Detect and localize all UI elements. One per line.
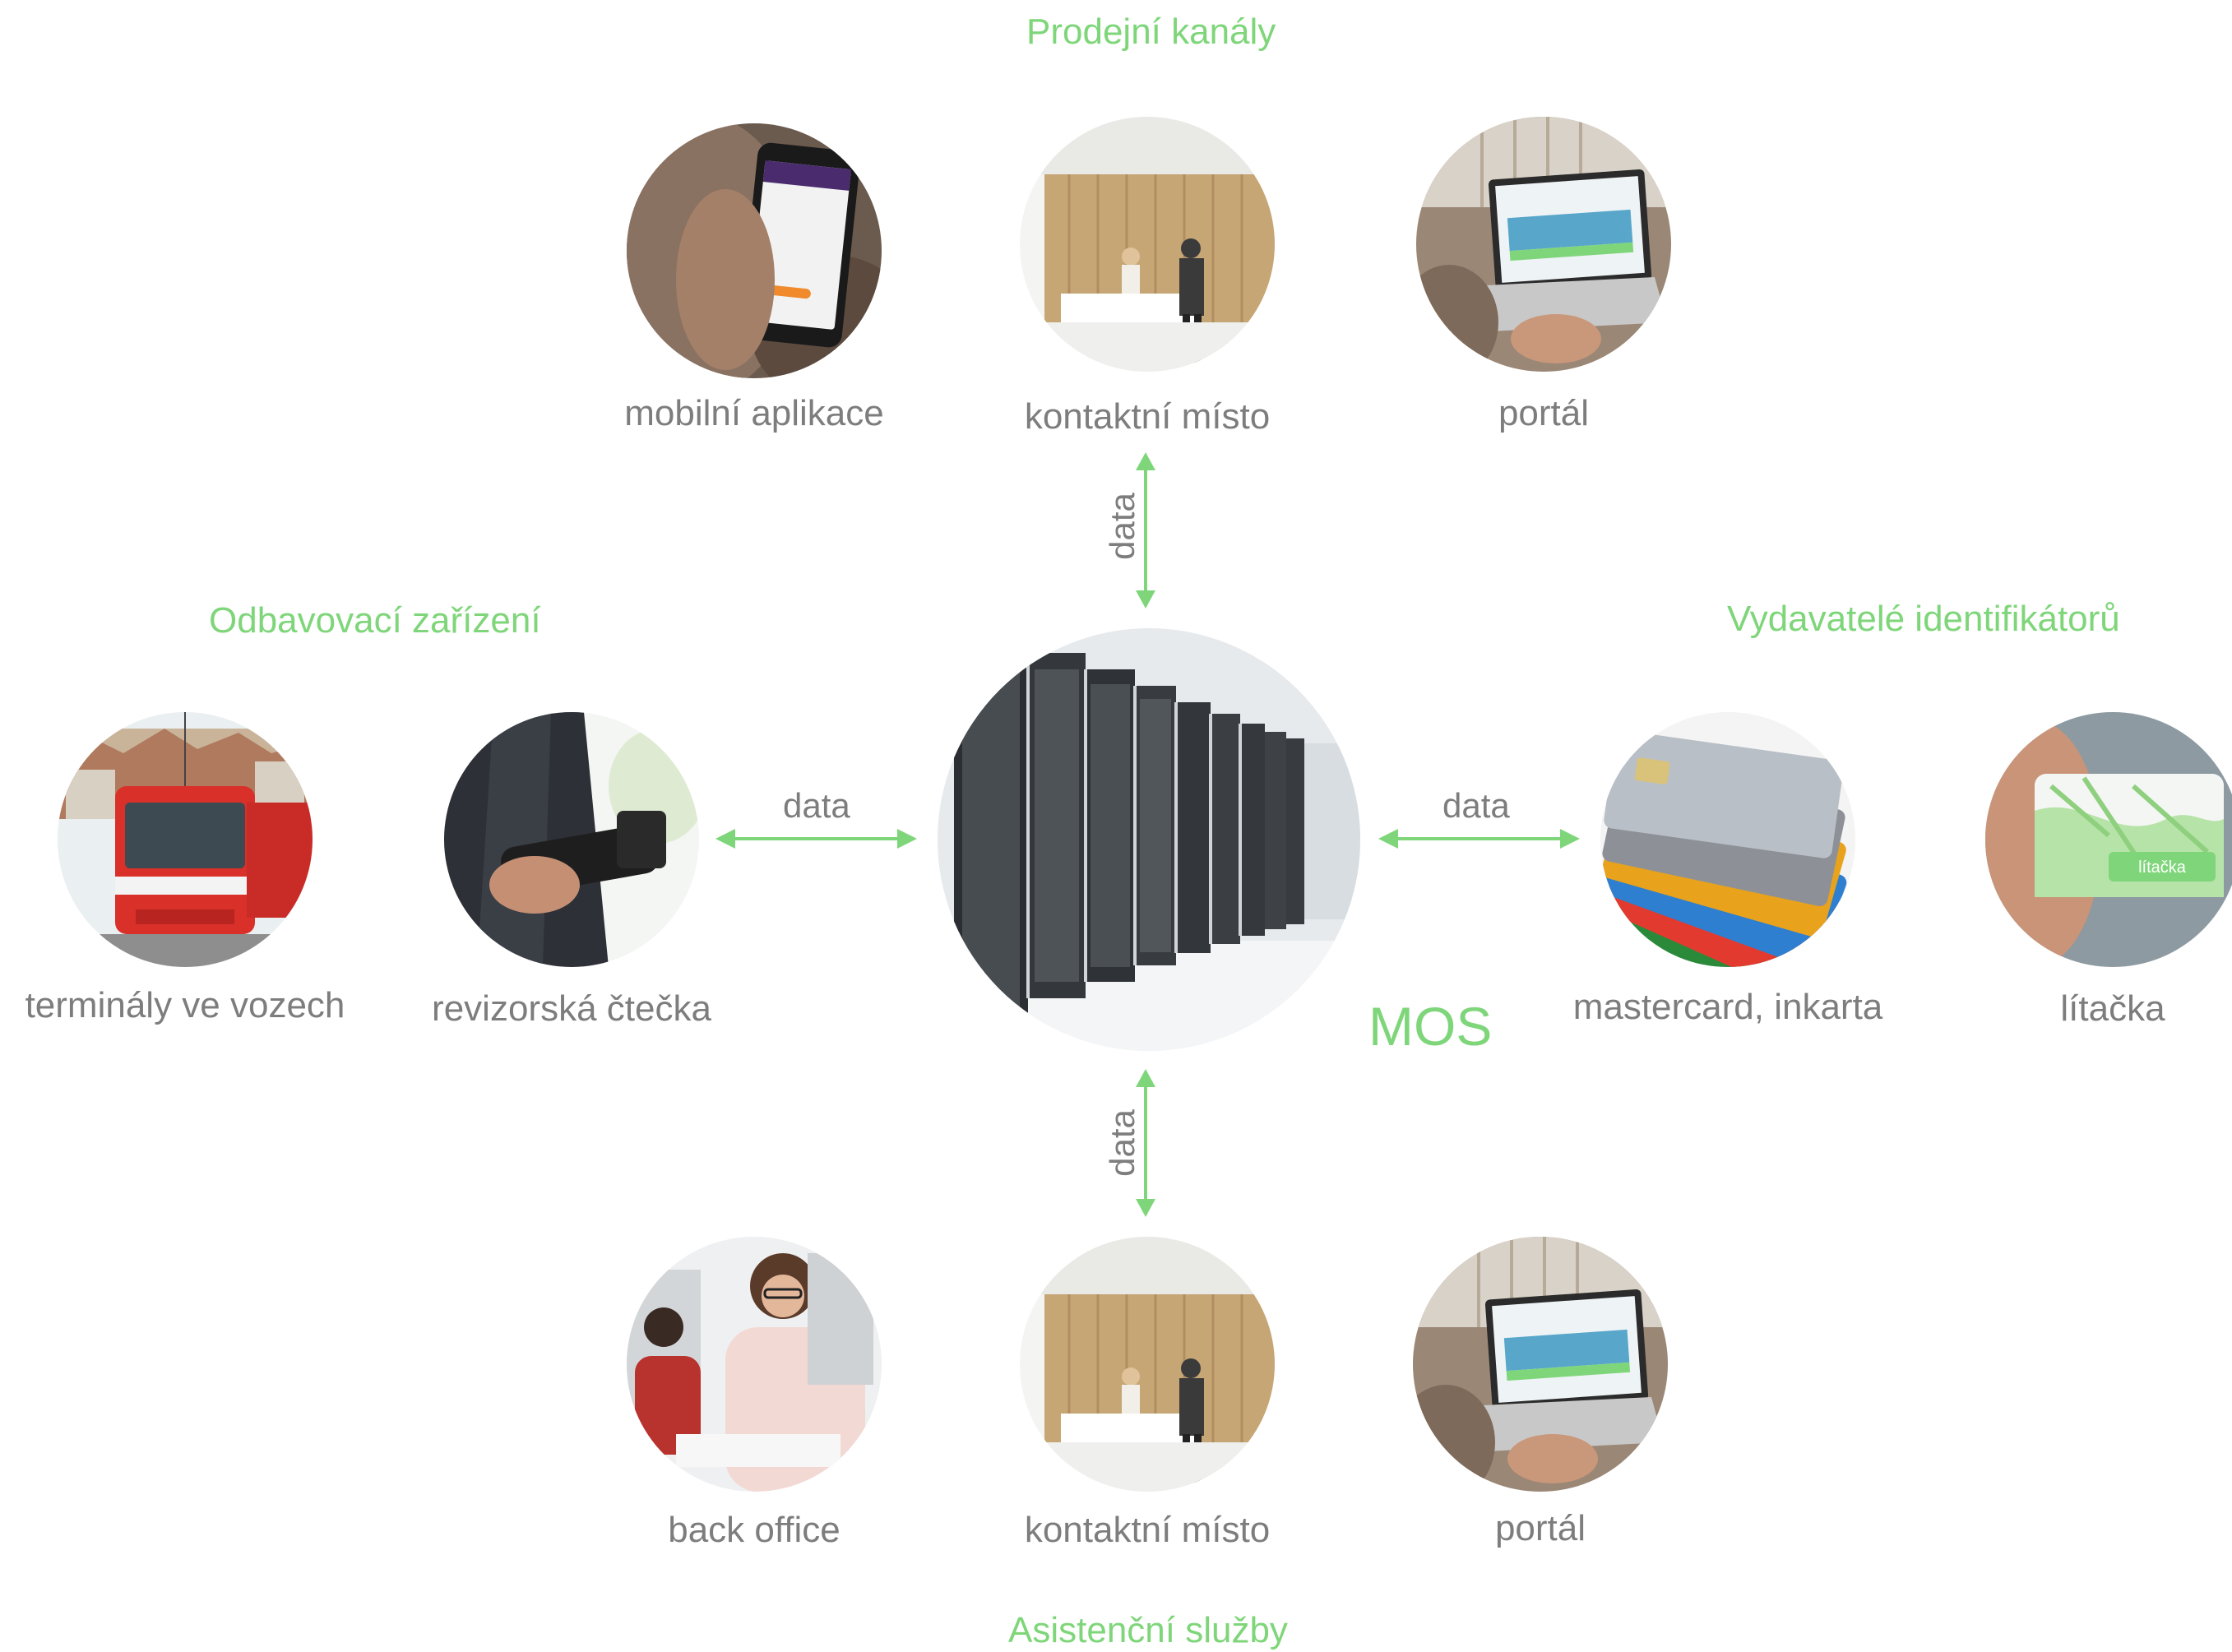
node-litacka: lítačka lítačka: [1985, 712, 2232, 1029]
portal-top-label: portál: [1498, 393, 1590, 433]
reader-label: revizorská čtečka: [432, 988, 711, 1029]
contact-point-bottom-photo: [1020, 1237, 1275, 1492]
cards-photo: [1600, 712, 1855, 967]
mos-label: MOS: [1368, 996, 1493, 1057]
edge-right-arrow: [1378, 829, 1580, 849]
group-title-assist: Asistenční služby: [1008, 1610, 1288, 1650]
edge-top-label: data: [1102, 493, 1141, 560]
litacka-photo: lítačka: [1985, 712, 2232, 967]
back-office-label: back office: [668, 1510, 840, 1550]
contact-bottom-label: kontaktní místo: [1024, 1510, 1271, 1550]
node-portal-top: portál: [1416, 117, 1671, 433]
contact-point-photo: [1020, 117, 1275, 372]
node-contact-bottom: kontaktní místo: [1020, 1237, 1275, 1550]
tram-photo: [58, 712, 313, 967]
portal-bottom-photo: [1413, 1237, 1668, 1492]
edge-left-label: data: [783, 786, 850, 825]
edge-left-arrow: [715, 829, 917, 849]
node-terminals: terminály ve vozech: [25, 712, 345, 1025]
edge-bottom-label: data: [1102, 1109, 1141, 1177]
litacka-label: lítačka: [2060, 988, 2165, 1029]
group-title-sales: Prodejní kanály: [1026, 12, 1276, 52]
reader-photo: [444, 712, 699, 967]
mobile-app-photo: [627, 123, 882, 378]
litacka-card-logo: lítačka: [2138, 858, 2187, 877]
mos-server-photo: [938, 628, 1360, 1051]
node-reader: revizorská čtečka: [432, 712, 711, 1029]
mobile-app-label: mobilní aplikace: [624, 393, 884, 433]
group-title-issuers: Vydavatelé identifikátorů: [1727, 599, 2120, 639]
node-contact-top: kontaktní místo: [1020, 117, 1275, 437]
back-office-photo: [627, 1237, 882, 1492]
node-cards: mastercard, inkarta: [1573, 712, 1882, 1027]
portal-photo: [1416, 117, 1671, 372]
portal-bottom-label: portál: [1494, 1508, 1586, 1548]
node-portal-bottom: portál: [1413, 1237, 1668, 1548]
node-back-office: back office: [627, 1237, 882, 1550]
group-title-validation: Odbavovací zařízení: [209, 600, 541, 641]
node-mobile-app: mobilní aplikace: [624, 123, 884, 433]
contact-top-label: kontaktní místo: [1024, 396, 1271, 437]
edge-right-label: data: [1442, 786, 1510, 825]
